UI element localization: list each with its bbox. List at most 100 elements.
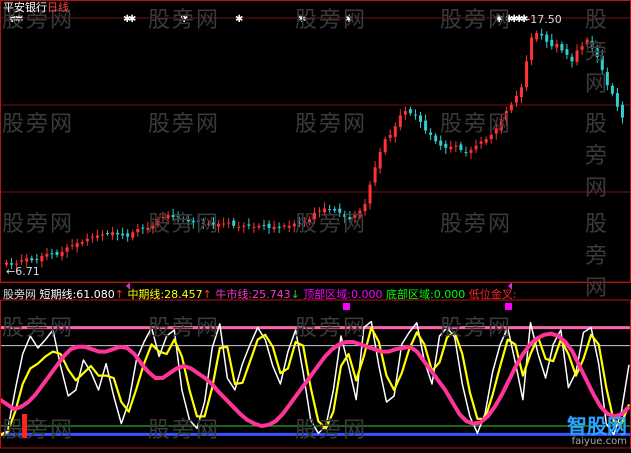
candle-body (449, 146, 453, 150)
site-logo: 智股网 faiyue.com (567, 416, 627, 447)
candle-body (413, 114, 417, 116)
candle-body (565, 49, 569, 55)
legend-item-bull: 牛市线:25.743↓ (215, 288, 299, 301)
candle-body (605, 71, 609, 86)
legend-value: 0.000 (433, 288, 466, 301)
candle-body (227, 222, 231, 224)
candle-body (363, 204, 367, 212)
candle-body (479, 141, 483, 144)
candle-body (600, 55, 604, 70)
candle-body (474, 145, 478, 150)
candle-body (267, 223, 271, 228)
indicator-legend: 股旁网 短期线:61.080↑ 中期线:28.457↑ 牛市线:25.743↓ … (3, 289, 516, 301)
top-zone-marker (505, 303, 512, 310)
candle-body (25, 258, 29, 262)
candle-body (393, 126, 397, 137)
candle-body (126, 233, 130, 237)
indicator-lines (0, 320, 631, 438)
candle-body (378, 152, 382, 169)
logo-name: 智股网 (567, 414, 627, 438)
candle-body (408, 109, 412, 114)
legend-item-bottom: 底部区域:0.000 (386, 288, 465, 301)
candle-body (272, 226, 276, 230)
candle-body (302, 221, 306, 223)
candle-body (328, 209, 332, 211)
candle-body (555, 43, 559, 48)
candle-body (439, 140, 443, 146)
candle-body (196, 220, 200, 222)
candle-body (434, 135, 438, 142)
candle-body (141, 227, 145, 229)
candle-body (499, 119, 503, 131)
candle-body (287, 225, 291, 228)
candle-body (590, 40, 594, 49)
candle-body (550, 39, 554, 47)
candle-body (307, 219, 311, 223)
top-zone-marker (343, 303, 350, 310)
candle-body (70, 245, 74, 247)
candle-body (181, 219, 185, 221)
candle-body (90, 236, 94, 238)
candle-body (85, 238, 89, 242)
chart-canvas: ✱✱ ✱✱ ✱ ✱ ✱ ✱ ✱ ✱✱✱✱ (0, 0, 631, 449)
candle-body (131, 232, 135, 238)
candle-body (136, 228, 140, 233)
period-label: 日线 (47, 1, 69, 14)
candle-body (323, 208, 327, 213)
candle-body (540, 33, 544, 36)
candle-body (343, 214, 347, 218)
legend-value: 25.743 (252, 288, 291, 301)
candle-body (525, 61, 529, 88)
candle-body (60, 251, 64, 257)
candle-body (348, 217, 352, 220)
legend-value: 61.080 (76, 288, 115, 301)
candle-body (65, 247, 69, 252)
candle-body (80, 241, 84, 244)
legend-item-mid: 中期线:28.457↑ (127, 288, 211, 301)
star-marker: ✱ (345, 14, 353, 25)
candle-body (95, 235, 99, 238)
candle-body (242, 225, 246, 227)
logo-url: faiyue.com (571, 436, 627, 447)
candle-body (116, 232, 120, 235)
stock-name: 平安银行 (3, 1, 47, 14)
candle-body (454, 145, 458, 147)
signal-markers: ✱✱ ✱✱ ✱ ✱ ✱ ✱ ✱ ✱✱✱✱ (8, 14, 528, 310)
candle-body (222, 223, 226, 225)
candle-body (191, 220, 195, 223)
candle-body (257, 225, 261, 228)
legend-label: 底部区域: (386, 288, 434, 301)
legend-label: 短期线: (39, 288, 77, 301)
candle-body (585, 39, 589, 45)
candle-body (373, 167, 377, 183)
candle-body (484, 139, 488, 143)
candle-body (575, 50, 579, 62)
candle-body (206, 223, 210, 225)
candle-body (368, 184, 372, 204)
legend-item-top: 顶部区域:0.000 (303, 288, 382, 301)
candle-body (151, 225, 155, 229)
candlestick-series (5, 28, 624, 271)
low-price-value: 6.71 (15, 265, 40, 278)
candle-body (459, 144, 463, 150)
candle-body (580, 46, 584, 50)
indicator-panel-name: 股旁网 (3, 288, 36, 301)
candle-body (111, 232, 115, 236)
candle-body (292, 223, 296, 227)
candle-body (100, 234, 104, 236)
legend-arrow: ↑ (114, 288, 124, 301)
candle-body (530, 37, 534, 60)
candle-body (595, 48, 599, 57)
candle-body (620, 104, 624, 118)
candle-body (237, 226, 241, 228)
legend-label: 低位金叉: (468, 288, 517, 301)
candle-body (232, 220, 236, 226)
candle-body (338, 208, 342, 213)
legend-item-golden-cross: 低位金叉: (469, 288, 517, 301)
star-marker: ✱ (235, 14, 243, 25)
golden-cross-bar (22, 414, 27, 438)
candle-body (55, 251, 59, 255)
candle-body (201, 222, 205, 224)
candle-body (176, 215, 180, 218)
candle-body (383, 139, 387, 153)
